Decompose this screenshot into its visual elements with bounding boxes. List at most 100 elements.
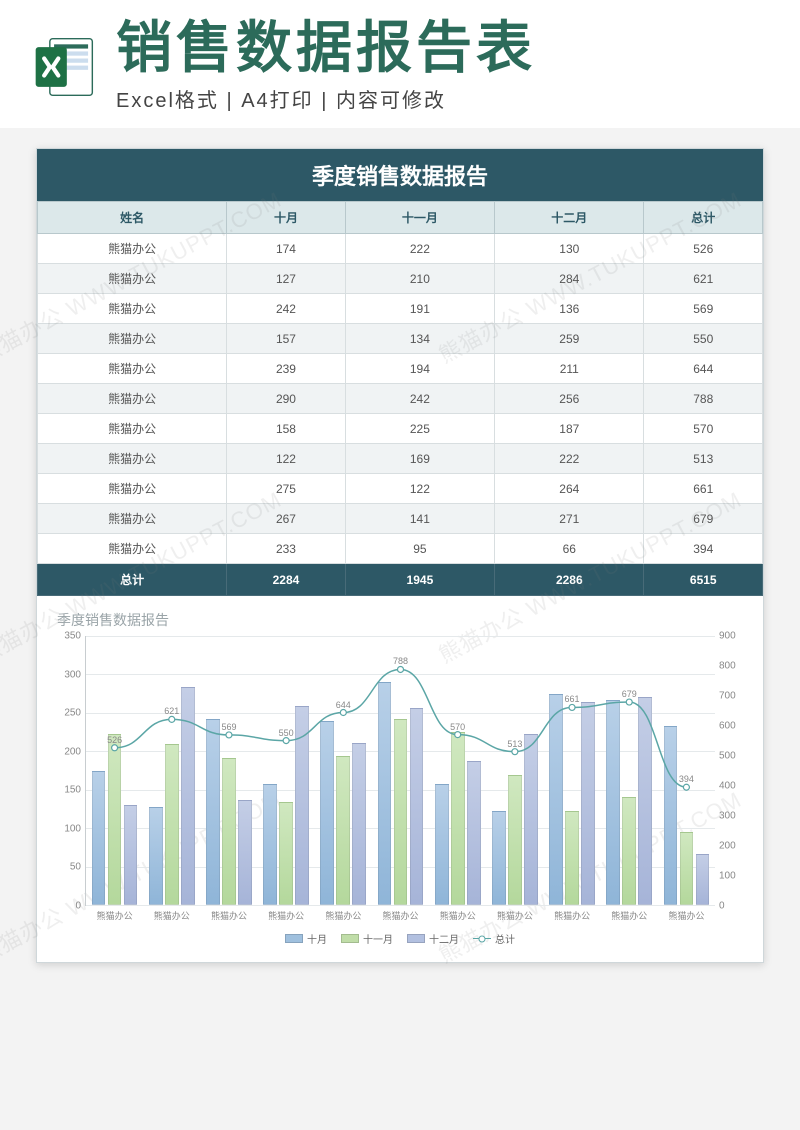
y-axis-left-tick: 50 — [51, 862, 81, 873]
table-cell: 211 — [495, 354, 644, 384]
y-axis-left-tick: 0 — [51, 901, 81, 912]
x-axis-label: 熊猫办公 — [86, 905, 143, 922]
legend-item: 总计 — [473, 931, 515, 946]
table-cell: 275 — [227, 474, 345, 504]
y-axis-right-tick: 200 — [719, 841, 749, 852]
table-cell: 267 — [227, 504, 345, 534]
column-header: 十月 — [227, 202, 345, 234]
table-cell: 242 — [227, 294, 345, 324]
chart-title: 季度销售数据报告 — [51, 606, 749, 636]
page-header: 销售数据报告表 Excel格式 | A4打印 | 内容可修改 — [0, 0, 800, 128]
line-series — [86, 636, 715, 905]
x-axis-label: 熊猫办公 — [544, 905, 601, 922]
excel-icon — [30, 33, 98, 101]
y-axis-right-tick: 600 — [719, 721, 749, 732]
chart-legend: 十月 十一月 十二月 总计 — [51, 931, 749, 946]
x-axis-label: 熊猫办公 — [429, 905, 486, 922]
line-data-label: 788 — [393, 656, 408, 666]
table-cell: 127 — [227, 264, 345, 294]
table-cell: 熊猫办公 — [38, 234, 227, 264]
table-cell: 284 — [495, 264, 644, 294]
table-cell: 290 — [227, 384, 345, 414]
table-row: 熊猫办公158225187570 — [38, 414, 763, 444]
table-cell: 513 — [644, 444, 763, 474]
y-axis-right-tick: 300 — [719, 811, 749, 822]
main-title: 销售数据报告表 — [116, 20, 770, 76]
table-cell: 621 — [644, 264, 763, 294]
table-cell: 239 — [227, 354, 345, 384]
table-cell: 136 — [495, 294, 644, 324]
table-cell: 熊猫办公 — [38, 414, 227, 444]
table-cell: 661 — [644, 474, 763, 504]
table-cell: 394 — [644, 534, 763, 564]
line-data-label: 526 — [107, 735, 122, 745]
table-cell: 熊猫办公 — [38, 294, 227, 324]
x-axis-label: 熊猫办公 — [258, 905, 315, 922]
footer-cell: 6515 — [644, 564, 763, 596]
legend-item: 十月 — [285, 931, 327, 946]
line-data-label: 569 — [221, 722, 236, 732]
legend-item: 十一月 — [341, 931, 393, 946]
column-header: 总计 — [644, 202, 763, 234]
table-cell: 271 — [495, 504, 644, 534]
table-cell: 225 — [345, 414, 494, 444]
table-cell: 194 — [345, 354, 494, 384]
table-cell: 122 — [345, 474, 494, 504]
y-axis-left-tick: 250 — [51, 708, 81, 719]
y-axis-right-tick: 700 — [719, 691, 749, 702]
table-cell: 158 — [227, 414, 345, 444]
table-cell: 熊猫办公 — [38, 444, 227, 474]
table-cell: 熊猫办公 — [38, 504, 227, 534]
table-cell: 66 — [495, 534, 644, 564]
footer-cell: 总计 — [38, 564, 227, 596]
table-cell: 259 — [495, 324, 644, 354]
line-data-label: 570 — [450, 722, 465, 732]
table-cell: 熊猫办公 — [38, 324, 227, 354]
table-cell: 222 — [345, 234, 494, 264]
x-axis-label: 熊猫办公 — [315, 905, 372, 922]
x-axis-label: 熊猫办公 — [658, 905, 715, 922]
y-axis-left-tick: 300 — [51, 669, 81, 680]
table-cell: 187 — [495, 414, 644, 444]
table-cell: 174 — [227, 234, 345, 264]
table-cell: 570 — [644, 414, 763, 444]
y-axis-right-tick: 900 — [719, 631, 749, 642]
x-axis-label: 熊猫办公 — [486, 905, 543, 922]
column-header: 十一月 — [345, 202, 494, 234]
table-cell: 788 — [644, 384, 763, 414]
table-row: 熊猫办公242191136569 — [38, 294, 763, 324]
table-cell: 191 — [345, 294, 494, 324]
y-axis-right-tick: 800 — [719, 661, 749, 672]
column-header: 姓名 — [38, 202, 227, 234]
table-cell: 222 — [495, 444, 644, 474]
column-header: 十二月 — [495, 202, 644, 234]
table-cell: 130 — [495, 234, 644, 264]
table-cell: 233 — [227, 534, 345, 564]
x-axis-label: 熊猫办公 — [143, 905, 200, 922]
line-data-label: 550 — [279, 728, 294, 738]
table-row: 熊猫办公122169222513 — [38, 444, 763, 474]
table-cell: 644 — [644, 354, 763, 384]
line-data-label: 644 — [336, 700, 351, 710]
x-axis-label: 熊猫办公 — [601, 905, 658, 922]
table-cell: 242 — [345, 384, 494, 414]
data-table: 姓名十月十一月十二月总计 熊猫办公174222130526熊猫办公1272102… — [37, 201, 763, 596]
table-row: 熊猫办公174222130526 — [38, 234, 763, 264]
line-data-label: 394 — [679, 774, 694, 784]
table-cell: 熊猫办公 — [38, 474, 227, 504]
y-axis-left-tick: 100 — [51, 823, 81, 834]
table-cell: 550 — [644, 324, 763, 354]
legend-item: 十二月 — [407, 931, 459, 946]
line-data-label: 513 — [507, 739, 522, 749]
chart-plot: 熊猫办公熊猫办公熊猫办公熊猫办公熊猫办公熊猫办公熊猫办公熊猫办公熊猫办公熊猫办公… — [85, 636, 715, 906]
line-data-label: 679 — [622, 689, 637, 699]
table-cell: 熊猫办公 — [38, 354, 227, 384]
footer-cell: 2286 — [495, 564, 644, 596]
y-axis-right-tick: 500 — [719, 751, 749, 762]
table-cell: 569 — [644, 294, 763, 324]
table-cell: 157 — [227, 324, 345, 354]
table-row: 熊猫办公2339566394 — [38, 534, 763, 564]
table-cell: 210 — [345, 264, 494, 294]
table-cell: 熊猫办公 — [38, 534, 227, 564]
line-data-label: 621 — [164, 706, 179, 716]
